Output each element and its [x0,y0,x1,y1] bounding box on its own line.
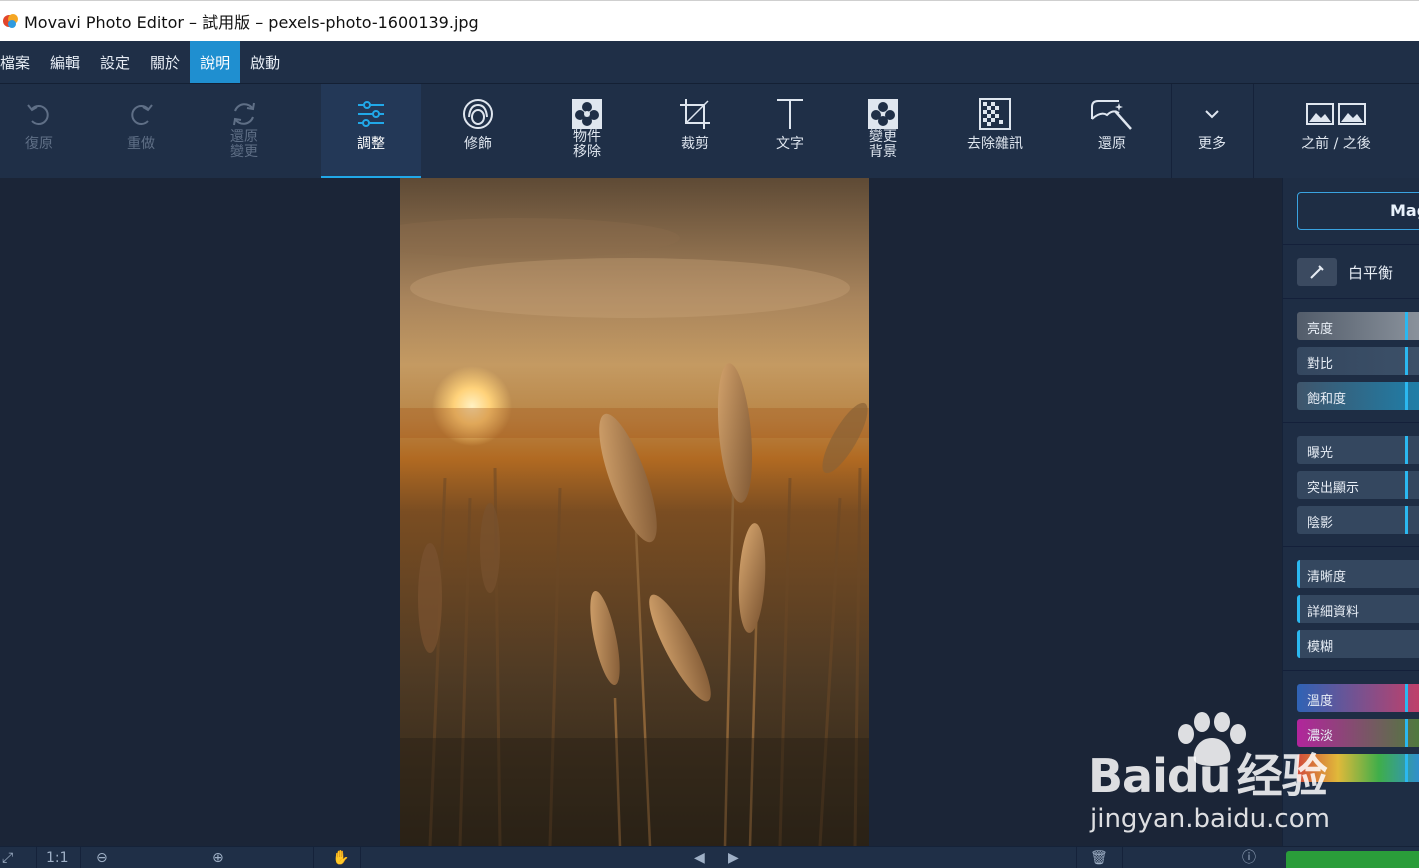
tab-restore[interactable]: 還原 [1075,84,1149,179]
panel-divider [1283,244,1419,245]
title-bar: Movavi Photo Editor – 試用版 – pexels-photo… [0,0,1419,41]
contrast-slider[interactable]: 對比 [1297,347,1419,375]
panel-divider [1283,298,1419,299]
app-logo-icon [3,14,18,28]
statusbar-separator [360,847,361,868]
highlights-slider[interactable]: 突出顯示 [1297,471,1419,499]
zoom-out-icon[interactable]: ⊖ [96,851,108,865]
menu-bar: 檔案 編輯 設定 關於 說明 啟動 [0,41,1419,83]
previous-image-icon[interactable]: ◀ [694,851,705,865]
chevron-down-icon [1205,110,1219,119]
sliders-icon [358,101,384,127]
restore-wand-icon [1091,100,1132,130]
exposure-slider[interactable]: 曝光 [1297,436,1419,464]
slider-handle[interactable] [1405,471,1408,499]
tab-denoise[interactable]: 去除雜訊 [955,84,1035,179]
slider-handle[interactable] [1405,312,1408,340]
wheat-field-photo[interactable] [400,178,869,846]
saturation-slider[interactable]: 飽和度 [1297,382,1419,410]
before-after-icon [1306,103,1366,125]
hue-slider[interactable] [1297,754,1419,782]
temperature-slider[interactable]: 溫度 [1297,684,1419,712]
clarity-slider[interactable]: 清晰度 [1297,560,1419,588]
slider-handle[interactable] [1405,347,1408,375]
panel-divider [1283,546,1419,547]
info-icon[interactable]: ⓘ [1242,851,1256,865]
revert-icon [233,102,255,126]
slider-handle[interactable] [1405,684,1408,712]
tab-retouch[interactable]: 修飾 [440,84,516,179]
app-window: Movavi Photo Editor – 試用版 – pexels-photo… [0,0,1419,868]
slider-handle[interactable] [1405,506,1408,534]
panel-divider [1283,670,1419,671]
before-after-button[interactable]: 之前 / 之後 [1290,84,1382,179]
face-icon [463,99,493,129]
hand-tool-icon[interactable]: ✋ [332,851,349,865]
statusbar-separator [1122,847,1123,868]
menu-settings[interactable]: 設定 [90,41,140,83]
redo-icon [131,104,153,125]
window-title: Movavi Photo Editor – 試用版 – pexels-photo… [24,13,479,32]
eyedropper-button[interactable] [1297,258,1337,286]
slider-handle[interactable] [1405,754,1408,782]
blur-slider[interactable]: 模糊 [1297,630,1419,658]
next-image-icon[interactable]: ▶ [728,851,739,865]
tab-change-background[interactable]: 變更 背景 [846,84,920,179]
slider-handle[interactable] [1405,436,1408,464]
tab-object-removal[interactable]: 物件 移除 [550,84,624,179]
tint-slider[interactable]: 濃淡 [1297,719,1419,747]
slider-handle[interactable] [1297,630,1300,658]
statusbar-separator [36,847,37,868]
tab-text[interactable]: 文字 [754,84,826,179]
delete-icon[interactable]: 🗑 [1090,851,1108,865]
crop-icon [680,99,710,129]
white-balance-row: 白平衡 [1297,258,1393,286]
eyedropper-icon [1310,265,1324,279]
slider-handle[interactable] [1297,595,1300,623]
white-balance-label: 白平衡 [1348,263,1394,282]
redo-button[interactable]: 重做 [102,84,180,179]
menu-help[interactable]: 說明 [190,41,241,83]
menu-file[interactable]: 檔案 [0,41,40,83]
menu-activate[interactable]: 啟動 [240,41,290,83]
brightness-slider[interactable]: 亮度 [1297,312,1419,340]
zoom-in-icon[interactable]: ⊕ [212,851,224,865]
toolbar-separator [1171,84,1172,179]
text-icon [777,99,803,129]
tab-adjust[interactable]: 調整 [321,84,421,179]
panel-divider [1283,422,1419,423]
save-button[interactable] [1286,851,1419,868]
menu-edit[interactable]: 編輯 [40,41,90,83]
slider-handle[interactable] [1405,719,1408,747]
background-icon [868,99,898,129]
undo-icon [27,104,49,125]
more-tools-button[interactable]: 更多 [1182,84,1242,179]
slider-handle[interactable] [1405,382,1408,410]
canvas-area[interactable] [0,178,1282,846]
statusbar-separator [1076,847,1077,868]
toolbar-separator [1253,84,1254,179]
statusbar-separator [80,847,81,868]
slider-handle[interactable] [1297,560,1300,588]
toolbar: 復原 重做 還原 變更 調整 修飾 物件 移除 裁剪 文字 變更 背景 去除雜訊… [0,83,1419,179]
revert-changes-button[interactable]: 還原 變更 [204,84,284,179]
detail-slider[interactable]: 詳細資料 [1297,595,1419,623]
shadows-slider[interactable]: 陰影 [1297,506,1419,534]
menu-about[interactable]: 關於 [140,41,190,83]
object-removal-icon [572,99,602,129]
statusbar-separator [313,847,314,868]
magic-enhance-button[interactable]: Magic [1297,192,1419,230]
undo-button[interactable]: 復原 [0,84,78,179]
noise-icon [979,98,1011,130]
adjust-panel: Magic 白平衡 亮度 對比 飽和度 曝光 [1282,178,1419,846]
tab-crop[interactable]: 裁剪 [657,84,733,179]
status-bar: ⤢ 1:1 ⊖ ⊕ ✋ ◀ ▶ 🗑 ⓘ [0,846,1419,868]
fit-screen-icon[interactable]: ⤢ [2,851,13,865]
actual-size-icon[interactable]: 1:1 [46,851,69,865]
